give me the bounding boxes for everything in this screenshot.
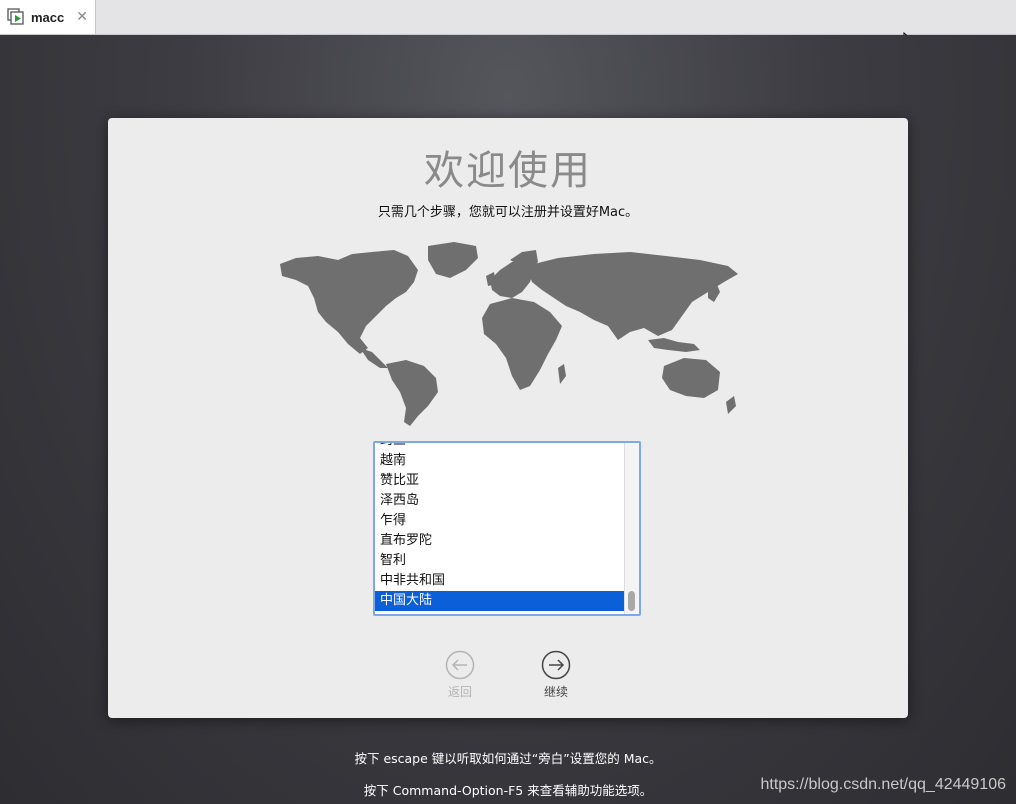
page-title: 欢迎使用 bbox=[424, 148, 592, 194]
close-icon[interactable]: ✕ bbox=[76, 9, 88, 25]
page-subtitle: 只需几个步骤，您就可以注册并设置好Mac。 bbox=[377, 205, 639, 220]
watermark: https://blog.csdn.net/qq_42449106 bbox=[760, 776, 1006, 793]
arrow-left-circle-icon bbox=[445, 650, 475, 680]
vm-tab-title: macc bbox=[31, 9, 65, 25]
back-button[interactable]: 返回 bbox=[430, 650, 490, 700]
country-list-item[interactable]: 智利 bbox=[375, 551, 627, 571]
continue-button-label: 继续 bbox=[543, 685, 568, 699]
vm-screen: 欢迎使用 只需几个步骤，您就可以注册并设置好Mac。 越南 赞比亚 泽西岛 乍得… bbox=[0, 35, 1016, 804]
setup-assistant-panel: 欢迎使用 只需几个步骤，您就可以注册并设置好Mac。 越南 赞比亚 泽西岛 乍得… bbox=[108, 118, 908, 718]
scrollbar-thumb[interactable] bbox=[628, 591, 635, 611]
country-list-item[interactable]: 赞比亚 bbox=[375, 471, 627, 491]
country-list-item[interactable]: 乍得 bbox=[375, 511, 627, 531]
country-list-item[interactable]: 泽西岛 bbox=[375, 491, 627, 511]
vm-tab-bar: macc ✕ bbox=[0, 0, 1016, 35]
country-list-item[interactable]: 越南 bbox=[375, 451, 627, 471]
country-list-item[interactable]: 约旦 bbox=[375, 443, 627, 451]
back-button-label: 返回 bbox=[447, 685, 472, 699]
vm-play-icon bbox=[7, 8, 24, 25]
vm-tab-macc[interactable]: macc ✕ bbox=[0, 0, 96, 34]
country-list[interactable]: 约旦越南赞比亚泽西岛乍得直布罗陀智利中非共和国中国大陆 bbox=[373, 441, 641, 616]
continue-button[interactable]: 继续 bbox=[526, 650, 586, 700]
country-list-item[interactable]: 中非共和国 bbox=[375, 571, 627, 591]
world-map bbox=[280, 242, 738, 426]
country-list-item[interactable]: 直布罗陀 bbox=[375, 531, 627, 551]
country-list-item[interactable]: 中国大陆 bbox=[375, 591, 627, 611]
arrow-right-circle-icon bbox=[541, 650, 571, 680]
list-scrollbar[interactable] bbox=[624, 443, 639, 614]
country-list-items: 约旦越南赞比亚泽西岛乍得直布罗陀智利中非共和国中国大陆 bbox=[375, 443, 627, 611]
voiceover-hint: 按下 escape 键以听取如何通过“旁白”设置您的 Mac。 bbox=[354, 751, 662, 766]
